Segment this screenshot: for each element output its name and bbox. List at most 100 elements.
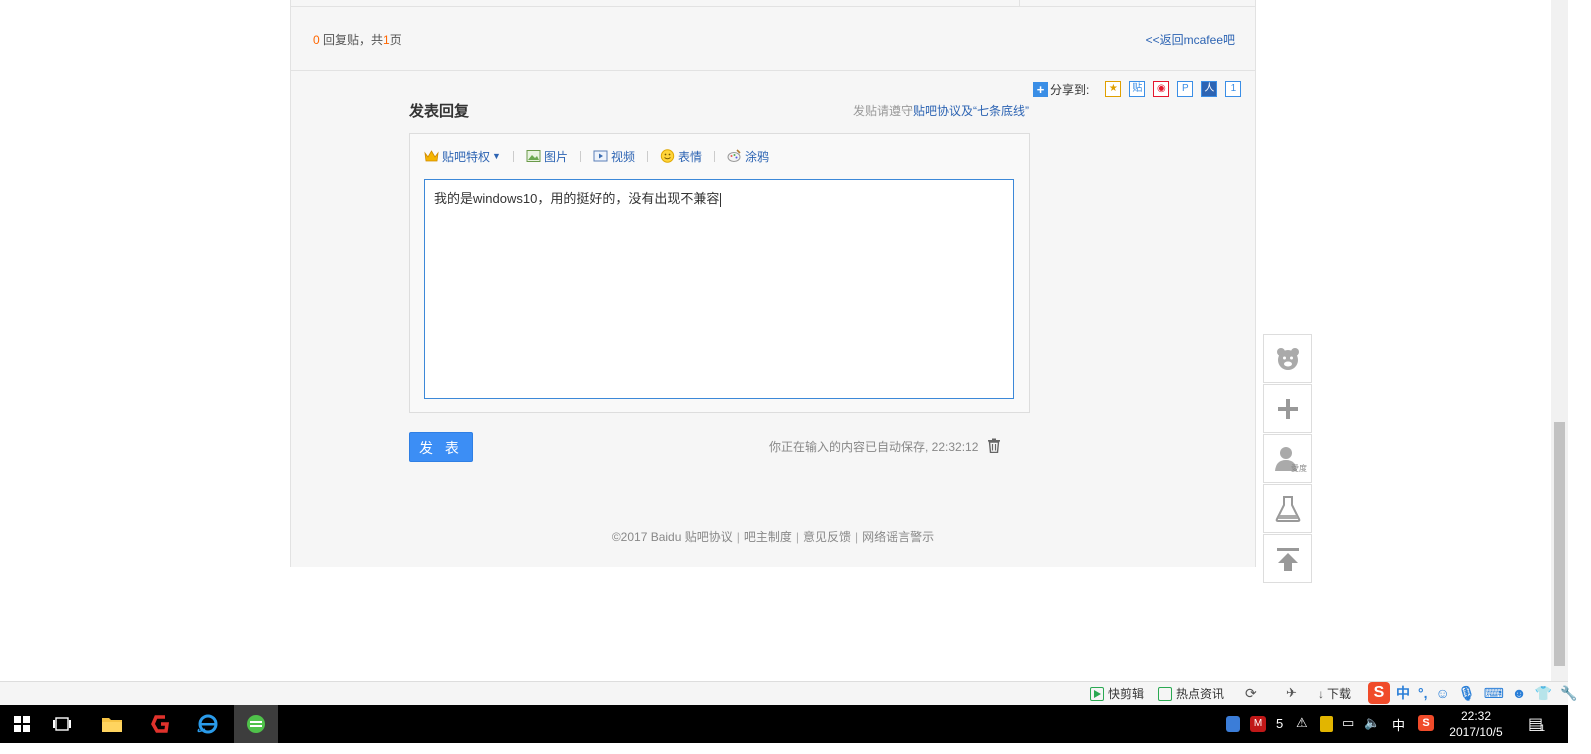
user-button[interactable]: 愛度 xyxy=(1263,434,1312,483)
keyboard-icon[interactable]: ⌨ xyxy=(1484,685,1504,702)
display-icon[interactable]: ▭ xyxy=(1342,715,1354,731)
paint-brush-icon xyxy=(727,149,742,163)
floating-sidebar: 愛度 xyxy=(1263,334,1312,584)
doodle-label: 涂鸦 xyxy=(744,149,769,164)
browser-status-bar: 快剪辑 热点资讯 ⟳ ✈ ↓ 下载 xyxy=(0,681,1568,705)
back-to-forum-link[interactable]: <<返回mcafee吧 xyxy=(1146,31,1235,48)
tieba-icon[interactable]: 贴 xyxy=(1129,81,1146,97)
doodle-button[interactable]: 涂鸦 xyxy=(727,148,769,165)
share-bar: + 分享到: ★ 贴 ◉ P 人 1 xyxy=(1033,79,1242,99)
submit-button[interactable]: 发 表 xyxy=(409,432,473,462)
agreement-link[interactable]: 贴吧协议及“七条底线” xyxy=(913,104,1029,118)
reply-title: 发表回复 xyxy=(409,103,470,120)
privilege-label: 贴吧特权 xyxy=(442,149,491,164)
hot-news-button[interactable]: 热点资讯 xyxy=(1158,685,1224,702)
image-icon xyxy=(526,149,541,163)
plus-icon xyxy=(1277,398,1298,419)
punctuation-icon[interactable]: °, xyxy=(1418,685,1428,701)
sogou-tray-icon[interactable]: S xyxy=(1418,715,1434,731)
game-app-button[interactable] xyxy=(138,705,182,743)
360-browser-icon xyxy=(247,715,265,733)
footer-sep: | xyxy=(795,530,800,544)
quick-edit-button[interactable]: 快剪辑 xyxy=(1090,685,1144,702)
windows-taskbar: M 5 ⚠ ▭ 🔈 中 S ▤ 1 22:32 2017/10/5 xyxy=(0,705,1568,743)
play-icon xyxy=(1090,686,1104,701)
bear-button[interactable] xyxy=(1263,334,1312,383)
tray-lang[interactable]: 中 xyxy=(1392,715,1405,734)
emoji-button[interactable]: 表情 xyxy=(660,148,702,165)
page-unit: 页 xyxy=(389,33,402,47)
back-to-top-button[interactable] xyxy=(1263,534,1312,583)
mic-icon[interactable]: 🎙 xyxy=(1458,685,1476,702)
notification-count: 1 xyxy=(1540,723,1546,733)
video-button[interactable]: 视频 xyxy=(593,148,635,165)
editor-toolbar: 贴吧特权 ▼ 图片 视频 表情 涂鸦 xyxy=(424,146,769,166)
back-to-top-icon xyxy=(1276,547,1299,571)
footer-link[interactable]: 吧主制度 xyxy=(744,530,792,544)
video-label: 视频 xyxy=(610,149,635,164)
toolbar-divider xyxy=(713,150,715,162)
footer-link[interactable]: 网络谣言警示 xyxy=(862,530,934,544)
volume-icon[interactable]: 🔈 xyxy=(1364,715,1380,731)
share-plus-icon[interactable]: + xyxy=(1033,81,1048,97)
top-divider xyxy=(1019,0,1020,7)
sogou-icon[interactable]: S xyxy=(1368,682,1390,704)
folder-icon xyxy=(102,718,122,732)
scrollbar-thumb[interactable] xyxy=(1554,422,1565,666)
crown-icon xyxy=(424,149,439,163)
chevron-down-icon: ▼ xyxy=(492,151,501,161)
reply-count-info: 0 回复贴，共1页 xyxy=(313,31,402,48)
lab-button[interactable] xyxy=(1263,484,1312,533)
bear-icon xyxy=(1276,347,1299,370)
user-mini-label: 愛度 xyxy=(1291,464,1307,473)
privilege-button[interactable]: 贴吧特权 ▼ xyxy=(424,148,501,165)
system-tray: M 5 ⚠ ▭ 🔈 中 S ▤ 1 xyxy=(1222,705,1568,743)
task-view-button[interactable] xyxy=(40,705,84,743)
pin-icon: ✈ xyxy=(1286,685,1297,700)
refresh-status-button[interactable]: ⟳ xyxy=(1245,685,1257,702)
user-ime-icon[interactable]: ☻ xyxy=(1512,685,1527,701)
start-button[interactable] xyxy=(0,705,44,743)
shield-tray-icon[interactable] xyxy=(1226,716,1240,732)
wrench-icon[interactable]: 🔧 xyxy=(1560,685,1577,702)
task-view-icon xyxy=(53,717,71,731)
qzone-icon[interactable]: ★ xyxy=(1105,81,1122,97)
download-button[interactable]: ↓ 下载 xyxy=(1318,685,1351,702)
mcafee-icon[interactable]: M xyxy=(1250,716,1266,732)
renren-icon[interactable]: 人 xyxy=(1201,81,1218,97)
system-clock[interactable]: 22:32 2017/10/5 xyxy=(1440,708,1512,740)
pin-button[interactable]: ✈ xyxy=(1286,685,1297,701)
reply-count-text: 回复贴，共 xyxy=(319,33,384,47)
ime-lang[interactable]: 中 xyxy=(1396,683,1410,703)
baidu-icon[interactable]: 1 xyxy=(1225,81,1242,97)
skin-icon[interactable]: 👕 xyxy=(1535,685,1552,702)
footer-link[interactable]: 贴吧协议 xyxy=(685,530,733,544)
network-icon[interactable]: ⚠ xyxy=(1296,715,1308,731)
add-button[interactable] xyxy=(1263,384,1312,433)
clock-time: 22:32 xyxy=(1460,709,1492,723)
share-label: 分享到: xyxy=(1050,82,1090,97)
tray-number[interactable]: 5 xyxy=(1276,716,1283,731)
flask-icon xyxy=(1275,495,1300,522)
agreement-prefix: 发贴请遵守 xyxy=(852,104,913,118)
vertical-scrollbar[interactable] xyxy=(1551,0,1568,681)
qq-icon[interactable]: P xyxy=(1177,81,1194,97)
emoji-ime-icon[interactable]: ☺ xyxy=(1436,685,1450,701)
ime-toolbar: S 中 °, ☺ 🎙 ⌨ ☻ 👕 🔧 xyxy=(1368,681,1585,705)
text-caret xyxy=(720,192,722,207)
file-explorer-button[interactable] xyxy=(90,705,134,743)
toolbar-divider xyxy=(646,150,648,162)
agreement-notice: 发贴请遵守贴吧协议及“七条底线” xyxy=(853,102,1029,119)
trash-icon[interactable] xyxy=(987,438,1001,454)
download-label: 下载 xyxy=(1327,687,1352,701)
reply-editor: 贴吧特权 ▼ 图片 视频 表情 涂鸦 我的是windows10，用的挺好的，没有… xyxy=(409,133,1030,413)
refresh-icon: ⟳ xyxy=(1245,685,1257,701)
security-icon[interactable] xyxy=(1320,716,1333,732)
browser-button[interactable] xyxy=(234,705,278,743)
weibo-icon[interactable]: ◉ xyxy=(1153,81,1170,97)
footer-link[interactable]: 意见反馈 xyxy=(803,530,851,544)
reply-textarea[interactable]: 我的是windows10，用的挺好的，没有出现不兼容 xyxy=(424,179,1014,399)
image-button[interactable]: 图片 xyxy=(526,148,568,165)
ie-button[interactable] xyxy=(186,705,230,743)
quick-edit-label: 快剪辑 xyxy=(1108,687,1145,701)
